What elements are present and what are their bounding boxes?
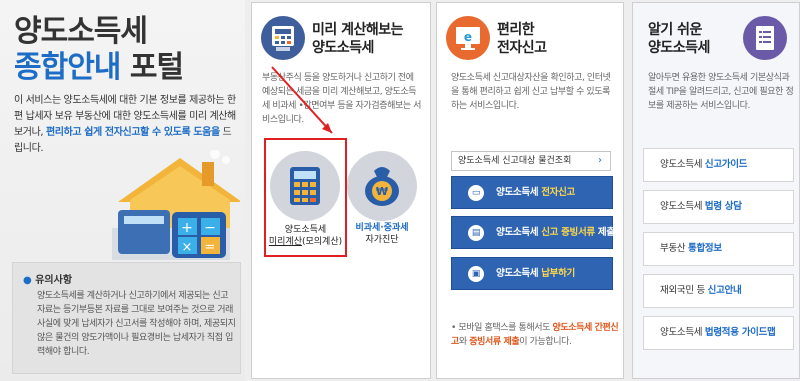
calculator-label-rest: (모의계산): [301, 237, 343, 247]
calc-panel: 미리 계산해보는 양도소득세 부동산주식 등을 양도하거나 신고하기 전에 예상…: [251, 2, 431, 379]
efile-panel-title-line2: 전자신고: [497, 40, 547, 56]
calc-panel-title: 미리 계산해보는 양도소득세: [312, 21, 404, 57]
evidence-submit-icon: ▤: [468, 225, 484, 241]
law-guide-map-highlight: 법령적용 가이드맵: [704, 327, 776, 338]
pointer-arrow: [271, 66, 333, 134]
real-estate-info-highlight: 통합정보: [688, 243, 722, 254]
calc-panel-title-line2: 양도소득세: [312, 40, 374, 56]
efile-button[interactable]: ▭ 양도소득세 전자신고: [451, 176, 613, 209]
self-check-label-line2: 자가진단: [365, 235, 399, 245]
filing-guide-prefix: 양도소득세: [660, 159, 705, 170]
guide-panel-title: 알기 쉬운 양도소득세: [648, 21, 710, 57]
portal-title-line2: 종합안내 포털: [14, 42, 184, 86]
svg-text:e: e: [464, 30, 472, 44]
document-list-icon: [743, 16, 787, 60]
efile-panel-title: 편리한 전자신고: [497, 21, 547, 57]
notice-title: ● 유의사항: [23, 271, 72, 286]
evidence-submit-highlight: 신고 증빙서류: [541, 227, 595, 238]
payment-button[interactable]: ▣ 양도소득세 납부하기: [451, 257, 613, 290]
svg-text:−: −: [204, 220, 216, 236]
guide-panel: 알기 쉬운 양도소득세 알아두면 유용한 양도소득세 기본상식과 절세 TIP을…: [632, 2, 800, 379]
monitor-e-icon: e: [446, 16, 490, 60]
filing-guide-link[interactable]: 양도소득세 신고가이드: [643, 148, 794, 182]
calc-panel-title-line1: 미리 계산해보는: [312, 22, 404, 38]
payment-button-prefix: 양도소득세: [496, 268, 542, 279]
efile-button-highlight: 전자신고: [541, 187, 575, 198]
law-guide-map-link[interactable]: 양도소득세 법령적용 가이드맵: [643, 316, 794, 350]
filing-guide-highlight: 신고가이드: [704, 159, 748, 170]
svg-text:₩: ₩: [376, 185, 388, 198]
overseas-filing-prefix: 재외국민 등: [660, 285, 708, 296]
efile-button-icon: ▭: [468, 185, 484, 201]
self-check-label-line1: 비과세·중과세: [355, 223, 409, 233]
calculator-label-link: 미리계산: [268, 237, 302, 247]
mobile-notice-prefix: • 모바일 홈택스를 통해서도: [451, 323, 553, 333]
mobile-notice-end: 이 가능합니다.: [519, 337, 572, 347]
efile-panel: e 편리한 전자신고 양도소득세 신고대상자산을 확인하고, 인터넷을 통해 편…: [436, 2, 624, 379]
efile-panel-title-line1: 편리한: [497, 22, 535, 38]
guide-panel-description: 알아두면 유용한 양도소득세 기본상식과 절세 TIP을 알려드리고, 신고에 …: [648, 73, 794, 111]
overseas-filing-link[interactable]: 재외국민 등 신고안내: [643, 274, 794, 308]
guide-panel-title-line2: 양도소득세: [648, 40, 710, 56]
mobile-notice-mid: 와: [458, 337, 470, 347]
svg-text:=: =: [205, 240, 216, 255]
self-check-label[interactable]: 비과세·중과세 자가진단: [346, 222, 418, 246]
notice-title-text: 유의사항: [35, 275, 73, 286]
svg-text:×: ×: [182, 240, 193, 255]
evidence-submit-prefix: 양도소득세: [496, 227, 542, 238]
portal-title-blue: 종합안내: [14, 50, 121, 85]
law-consult-link[interactable]: 양도소득세 법령 상담: [643, 190, 794, 224]
svg-text:+: +: [181, 220, 193, 236]
intro-section: 양도소득세 종합안내 포털 이 서비스는 양도소득세에 대한 기본 정보를 제공…: [0, 0, 245, 381]
money-bag-won-icon: ₩: [365, 167, 399, 206]
calculator-label[interactable]: 양도소득세 미리계산(모의계산): [264, 224, 347, 248]
law-guide-map-prefix: 양도소득세: [660, 327, 705, 338]
chevron-right-icon: ›: [598, 155, 602, 166]
law-consult-prefix: 양도소득세: [660, 201, 705, 212]
portal-title-dark: 포털: [129, 50, 184, 85]
evidence-submit-suffix: 제출: [594, 227, 615, 238]
real-estate-info-prefix: 부동산: [660, 243, 689, 254]
notice-box: ● 유의사항 양도소득세를 계산하거나 신고하기에서 제공되는 신고 자료는 등…: [12, 262, 241, 374]
asset-lookup-label: 양도소득세 신고대상 물건조회: [458, 156, 572, 166]
calculator-label-line2: 미리계산(모의계산): [264, 236, 347, 248]
self-check-button[interactable]: ₩: [347, 151, 417, 221]
calculator-screen-icon: [261, 16, 305, 60]
calculator-label-line1: 양도소득세: [284, 225, 327, 235]
calculator-icon: [290, 167, 320, 205]
payment-button-highlight: 납부하기: [541, 268, 575, 279]
law-consult-highlight: 법령 상담: [704, 201, 742, 212]
calculator-button[interactable]: [270, 151, 340, 221]
asset-lookup-select[interactable]: 양도소득세 신고대상 물건조회 ›: [451, 151, 611, 171]
real-estate-info-link[interactable]: 부동산 통합정보: [643, 232, 794, 266]
payment-icon: ▣: [468, 266, 484, 282]
overseas-filing-highlight: 신고안내: [707, 285, 742, 296]
efile-panel-description: 양도소득세 신고대상자산을 확인하고, 인터넷을 통해 편리하고 쉽게 신고 납…: [451, 73, 611, 111]
info-bullet-icon: ●: [23, 275, 32, 286]
guide-panel-title-line1: 알기 쉬운: [648, 22, 702, 38]
evidence-submit-button[interactable]: ▤ 양도소득세 신고 증빙서류 제출: [451, 216, 615, 249]
mobile-notice-highlight2: 증빙서류 제출: [469, 337, 520, 347]
intro-description: 이 서비스는 양도소득세에 대한 기본 정보를 제공하는 한편 납세자 보유 부…: [14, 93, 238, 157]
notice-body: 양도소득세를 계산하거나 신고하기에서 제공되는 신고 자료는 등기부등본 자료…: [37, 291, 236, 357]
house-calculator-illustration: + − × =: [112, 150, 240, 260]
intro-description-highlight: 편리하고 쉽게 전자신고할 수 있도록 도움을: [45, 127, 220, 138]
efile-button-prefix: 양도소득세: [496, 187, 542, 198]
mobile-notice: • 모바일 홈택스를 통해서도 양도소득세 간편신고와 증빙서류 제출이 가능합…: [451, 321, 619, 349]
